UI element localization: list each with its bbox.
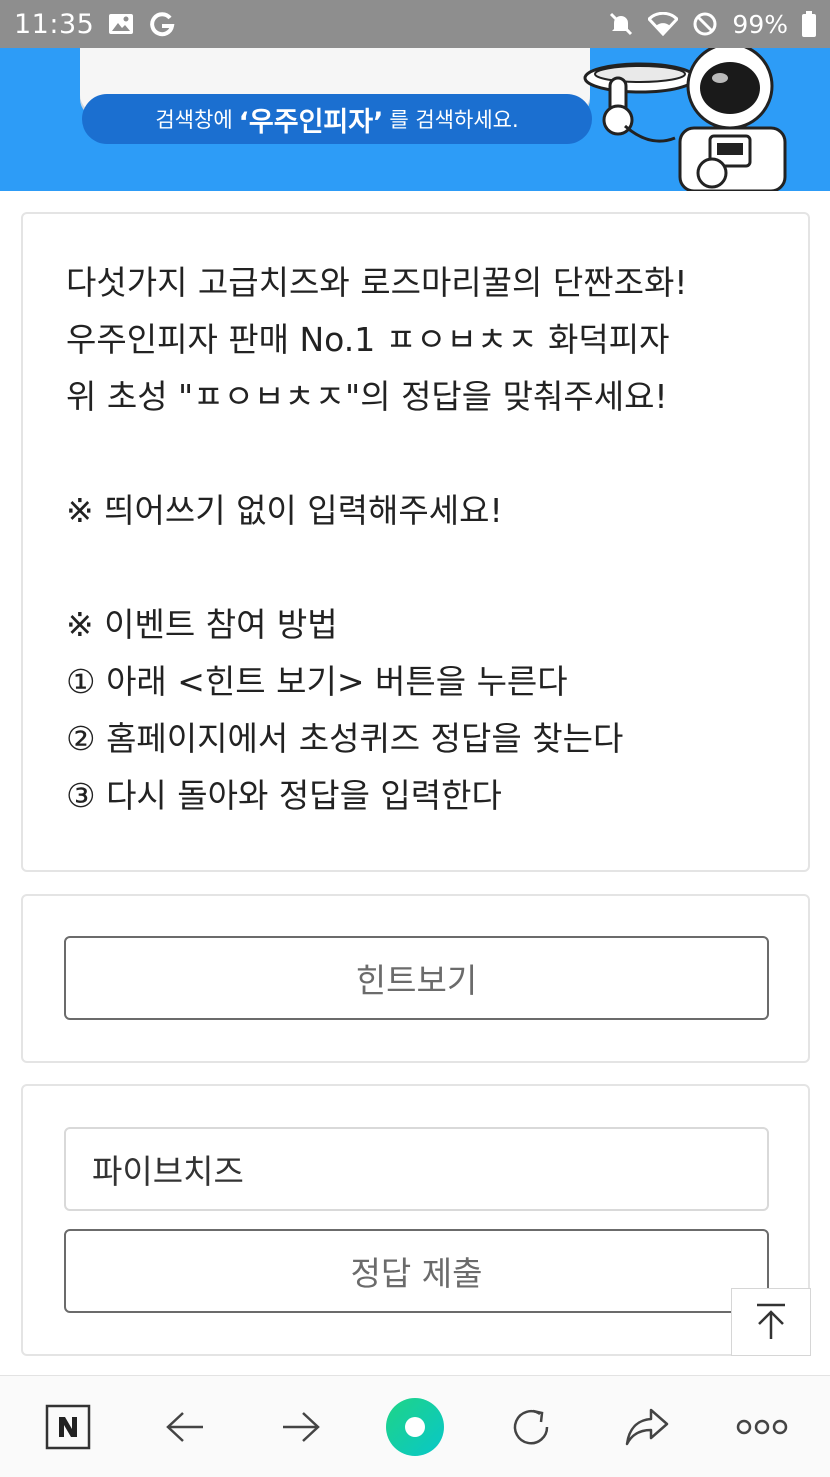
banner-suffix: 를 검색하세요. xyxy=(389,108,519,132)
scroll-to-top-button[interactable] xyxy=(731,1288,811,1356)
refresh-button[interactable] xyxy=(486,1376,576,1477)
quiz-howto-title: ※ 이벤트 참여 방법 xyxy=(66,605,338,644)
wifi-icon xyxy=(648,12,679,36)
refresh-icon xyxy=(513,1409,549,1444)
naver-home-button[interactable] xyxy=(23,1376,113,1477)
naver-home-icon xyxy=(45,1404,91,1449)
gallery-icon xyxy=(108,12,134,36)
answer-card: 파이브치즈 정답 제출 xyxy=(21,1084,810,1356)
banner-search-hint: 검색창에 ‘우주인피자’ 를 검색하세요. xyxy=(82,94,592,144)
more-button[interactable] xyxy=(717,1376,807,1477)
hint-card: 힌트보기 xyxy=(21,894,810,1063)
g-app-icon xyxy=(148,10,176,38)
quiz-text: 다섯가지 고급치즈와 로즈마리꿀의 단짠조화! 우주인피자 판매 No.1 ㅍㅇ… xyxy=(66,254,778,824)
quiz-spacer xyxy=(66,425,778,482)
green-dot-icon xyxy=(386,1397,444,1456)
quiz-spacer xyxy=(66,539,778,596)
quiz-card: 다섯가지 고급치즈와 로즈마리꿀의 단짠조화! 우주인피자 판매 No.1 ㅍㅇ… xyxy=(21,212,810,872)
quiz-step: ① 아래 <힌트 보기> 버튼을 누른다 xyxy=(66,662,568,701)
battery-icon xyxy=(802,11,816,37)
hint-button[interactable]: 힌트보기 xyxy=(64,936,769,1020)
more-icon xyxy=(736,1419,788,1434)
share-icon xyxy=(625,1408,669,1445)
banner-prefix: 검색창에 xyxy=(155,108,233,132)
battery-percent: 99% xyxy=(732,9,788,39)
arrow-up-icon xyxy=(757,1303,785,1339)
forward-arrow-icon xyxy=(283,1411,320,1442)
status-time: 11:35 xyxy=(14,8,95,40)
quiz-note: ※ 띄어쓰기 없이 입력해주세요! xyxy=(66,491,503,530)
submit-answer-button[interactable]: 정답 제출 xyxy=(64,1229,769,1313)
green-dot-button[interactable] xyxy=(370,1376,460,1477)
astronaut-mascot-icon xyxy=(580,48,810,191)
quiz-line: 다섯가지 고급치즈와 로즈마리꿀의 단짠조화! xyxy=(66,263,688,302)
back-arrow-icon xyxy=(166,1411,203,1442)
quiz-line: 우주인피자 판매 No.1 ㅍㅇㅂㅊㅈ 화덕피자 xyxy=(66,320,670,359)
browser-bottom-nav xyxy=(0,1375,830,1477)
mute-icon xyxy=(608,11,634,37)
banner-keyword: ‘우주인피자’ xyxy=(238,106,384,138)
forward-button[interactable] xyxy=(256,1376,346,1477)
promo-banner[interactable]: 검색창에 ‘우주인피자’ 를 검색하세요. xyxy=(0,48,830,191)
back-button[interactable] xyxy=(140,1376,230,1477)
answer-input[interactable]: 파이브치즈 xyxy=(64,1127,769,1211)
share-button[interactable] xyxy=(602,1376,692,1477)
do-not-disturb-icon xyxy=(692,11,718,37)
quiz-step: ③ 다시 돌아와 정답을 입력한다 xyxy=(66,776,502,815)
quiz-step: ② 홈페이지에서 초성퀴즈 정답을 찾는다 xyxy=(66,719,624,758)
quiz-line: 위 초성 "ㅍㅇㅂㅊㅈ"의 정답을 맞춰주세요! xyxy=(66,377,668,416)
status-bar: 11:35 99% xyxy=(0,0,830,48)
